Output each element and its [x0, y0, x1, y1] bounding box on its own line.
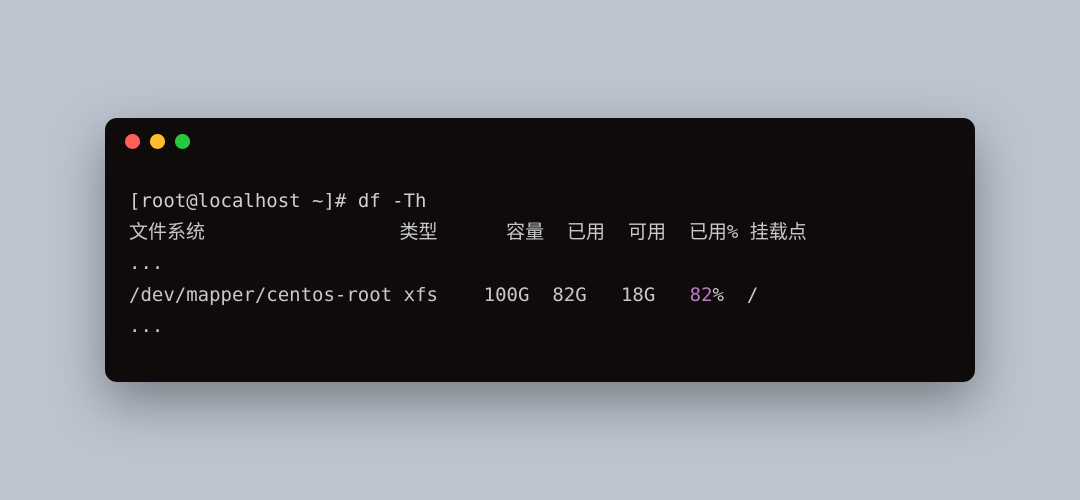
- header-type: 类型: [399, 221, 437, 243]
- command-name: df: [358, 190, 381, 212]
- header-filesystem: 文件系统: [129, 221, 205, 243]
- maximize-icon[interactable]: [175, 134, 190, 149]
- header-used: 已用: [567, 221, 605, 243]
- prompt-line: [root@localhost ~]# df -Th: [129, 186, 951, 217]
- header-row: 文件系统 类型 容量 已用 可用 已用% 挂载点: [129, 217, 951, 248]
- cell-use-pct-sym: %: [713, 284, 724, 306]
- cell-use-pct-num: 82: [690, 284, 713, 306]
- close-icon[interactable]: [125, 134, 140, 149]
- command-flag: -Th: [392, 190, 426, 212]
- terminal-window: [root@localhost ~]# df -Th 文件系统 类型 容量 已用…: [105, 118, 975, 383]
- data-row: /dev/mapper/centos-root xfs 100G 82G 18G…: [129, 280, 951, 311]
- header-size: 容量: [506, 221, 544, 243]
- cell-used: 82G: [552, 284, 586, 306]
- header-mount: 挂载点: [750, 221, 807, 243]
- prompt-separator: #: [335, 190, 346, 212]
- header-use-pct: 已用%: [689, 221, 738, 243]
- cell-size: 100G: [484, 284, 530, 306]
- terminal-body[interactable]: [root@localhost ~]# df -Th 文件系统 类型 容量 已用…: [105, 166, 975, 383]
- minimize-icon[interactable]: [150, 134, 165, 149]
- prompt-user-host: [root@localhost ~]: [129, 190, 335, 212]
- cell-mount: /: [747, 284, 758, 306]
- cell-avail: 18G: [621, 284, 655, 306]
- cell-type: xfs: [404, 284, 438, 306]
- ellipsis-after: ...: [129, 311, 951, 342]
- titlebar: [105, 118, 975, 166]
- header-avail: 可用: [628, 221, 666, 243]
- ellipsis-before: ...: [129, 248, 951, 279]
- cell-filesystem: /dev/mapper/centos-root: [129, 284, 392, 306]
